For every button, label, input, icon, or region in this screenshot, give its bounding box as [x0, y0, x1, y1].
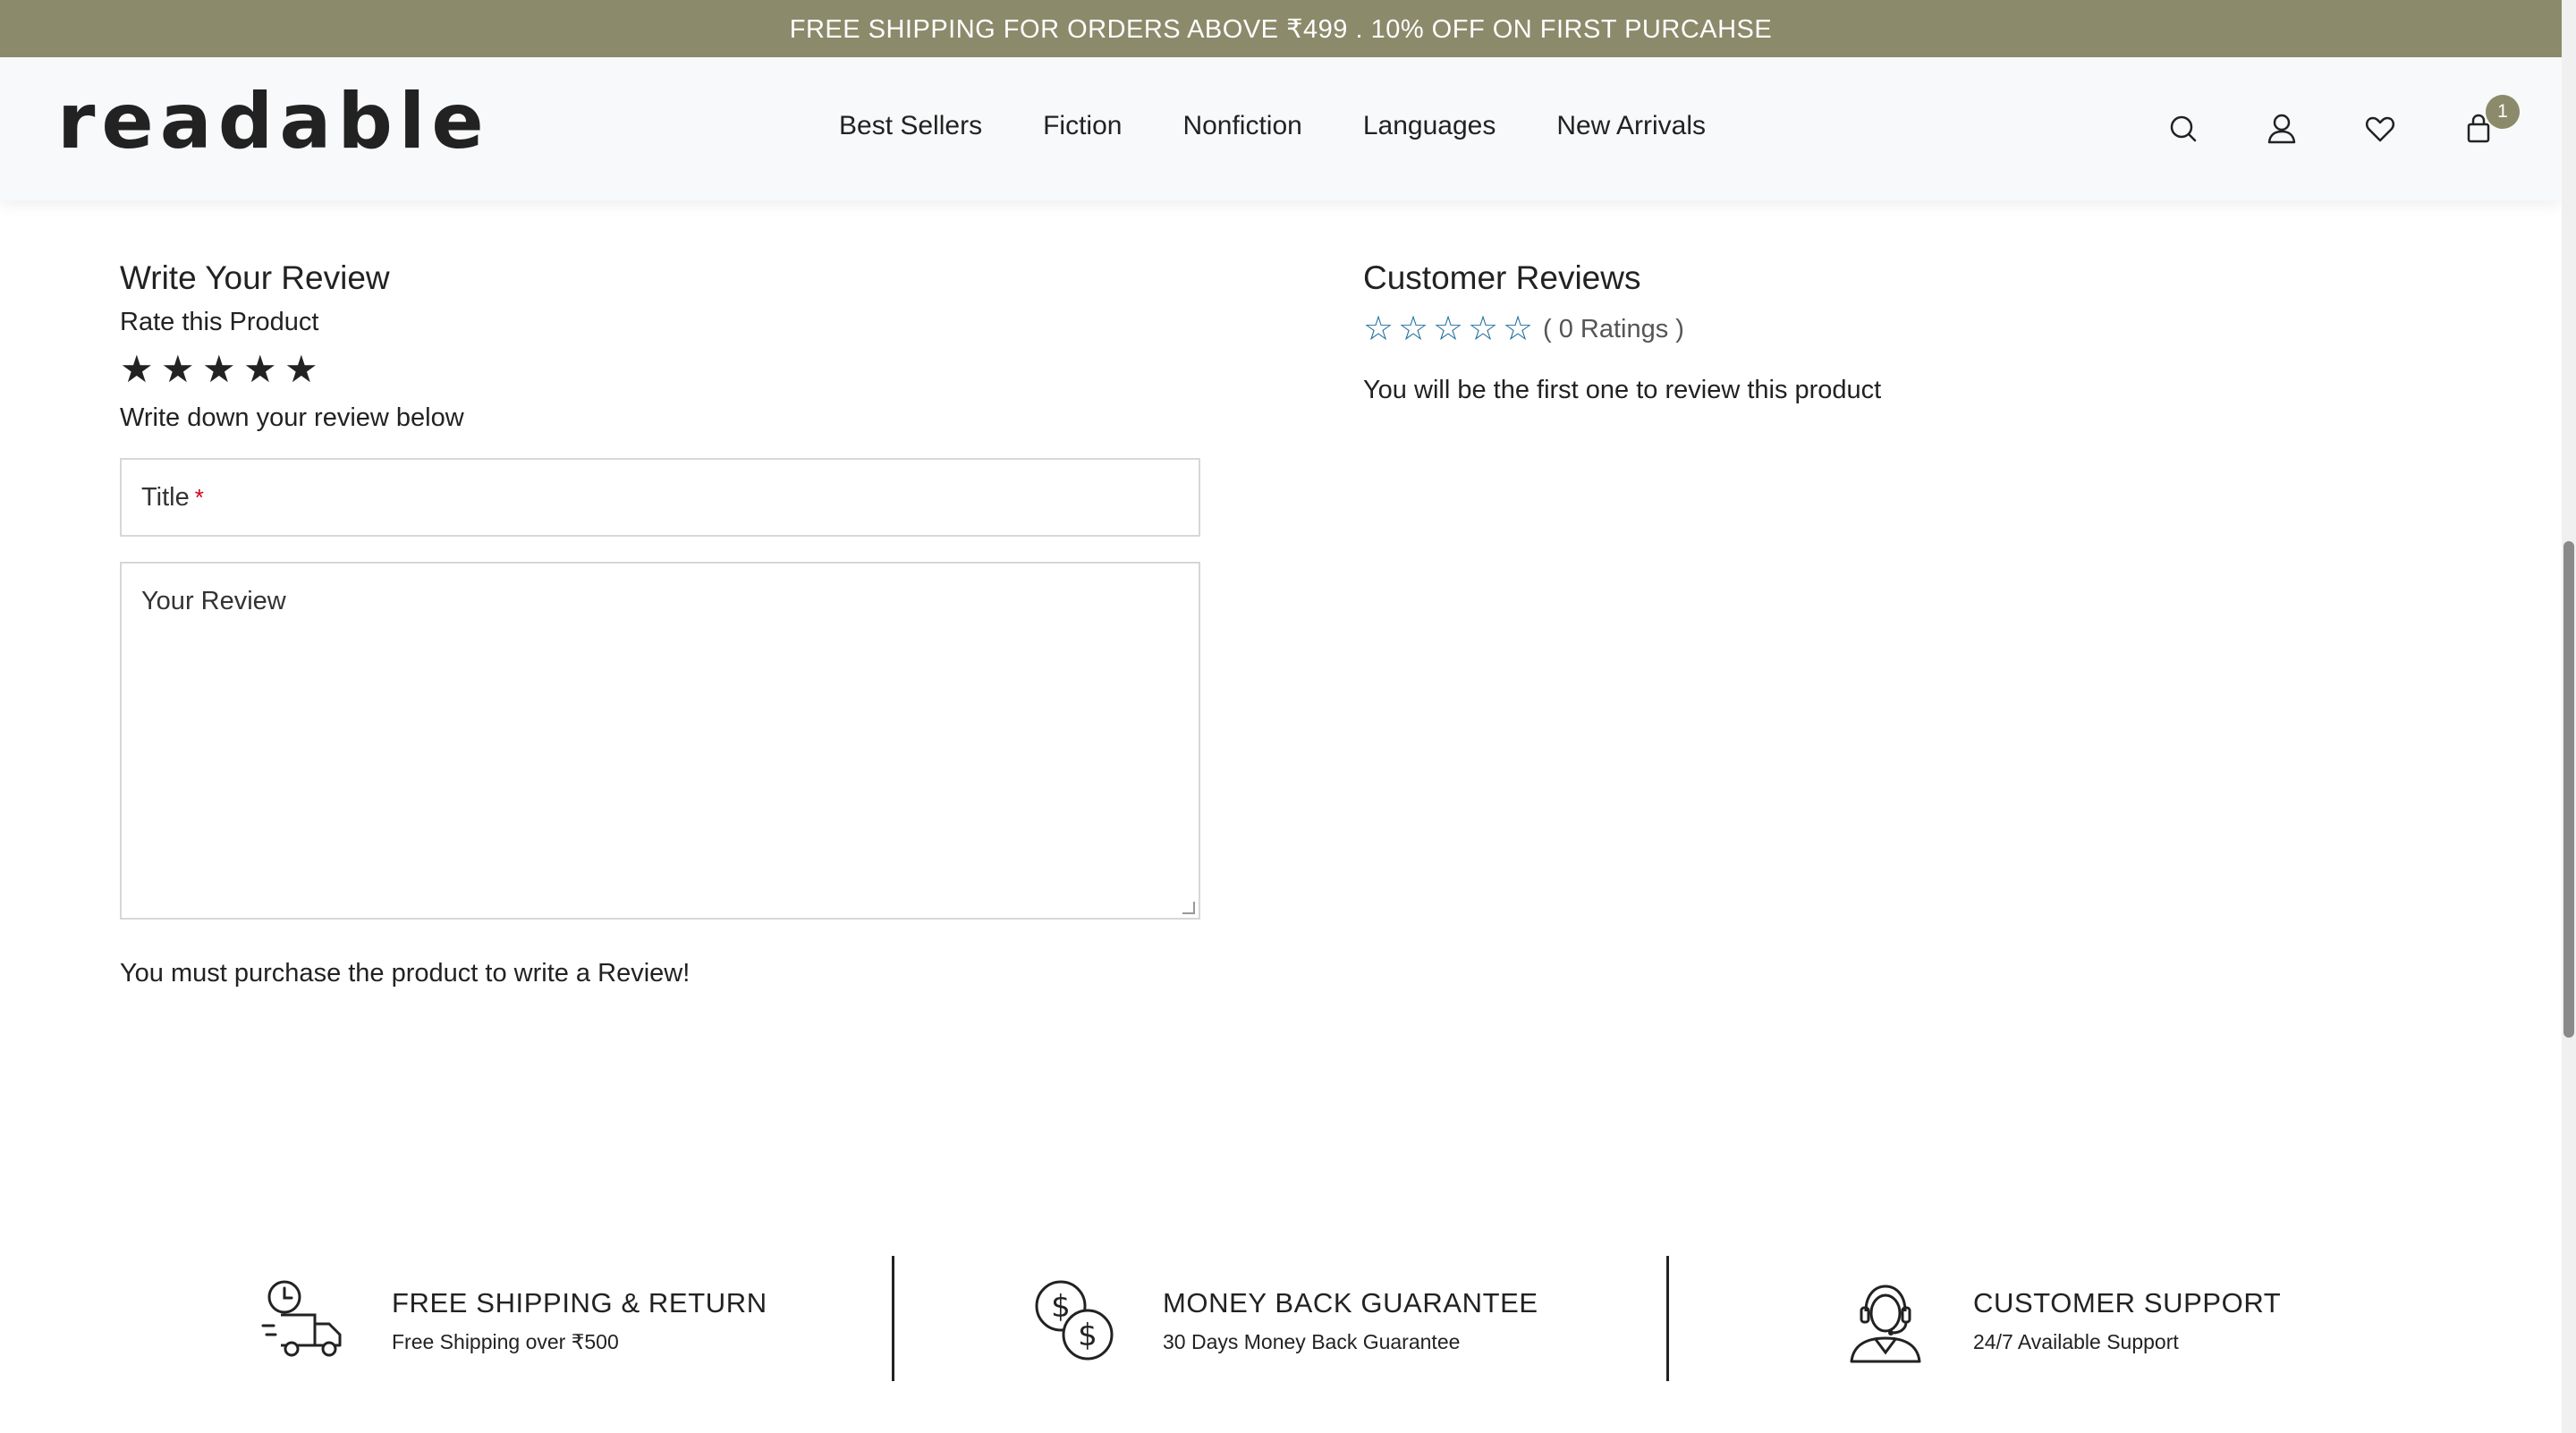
nav-languages[interactable]: Languages [1363, 111, 1496, 141]
rating-star-4[interactable]: ★ [243, 351, 284, 388]
review-body-textarea[interactable]: Your Review [120, 562, 1200, 920]
write-review-heading: Write Your Review [120, 259, 390, 296]
feature-support: CUSTOMER SUPPORT 24/7 Available Support [1839, 1274, 2281, 1367]
required-marker: * [194, 483, 204, 511]
feature-title: CUSTOMER SUPPORT [1973, 1286, 2282, 1319]
page: FREE SHIPPING FOR ORDERS ABOVE ₹499 . 10… [0, 0, 2576, 1433]
cart-bag-icon[interactable]: 1 [2455, 95, 2520, 152]
write-review-section: Write Your Review Rate this Product ★ ★ … [120, 259, 1200, 988]
rating-star-5[interactable]: ★ [284, 351, 326, 388]
svg-text:$: $ [1078, 1318, 1097, 1353]
star-outline-icon: ☆ [1363, 310, 1394, 348]
star-outline-icon: ☆ [1503, 310, 1534, 348]
ratings-count: ( 0 Ratings ) [1543, 314, 1684, 343]
money-coins-icon: $ $ [1035, 1280, 1114, 1361]
account-icon[interactable] [2258, 106, 2305, 152]
review-title-input[interactable]: Title * [120, 458, 1200, 537]
no-reviews-note: You will be the first one to review this… [1363, 376, 1882, 404]
purchase-required-note: You must purchase the product to write a… [120, 959, 691, 988]
support-headset-icon [1850, 1285, 1921, 1363]
rating-star-2[interactable]: ★ [161, 351, 202, 388]
divider [892, 1256, 894, 1381]
star-outline-icon: ☆ [1433, 310, 1464, 348]
rating-star-3[interactable]: ★ [202, 351, 243, 388]
customer-reviews-section: Customer Reviews ☆ ☆ ☆ ☆ ☆ ( 0 Ratings )… [1363, 259, 2258, 405]
cart-count-badge: 1 [2486, 95, 2520, 129]
customer-reviews-heading: Customer Reviews [1363, 259, 1641, 296]
feature-title: FREE SHIPPING & RETURN [392, 1286, 767, 1319]
page-scrollbar[interactable] [2562, 0, 2576, 1433]
header-icons: 1 [2160, 95, 2520, 152]
scrollbar-thumb[interactable] [2563, 541, 2574, 1038]
feature-shipping: FREE SHIPPING & RETURN Free Shipping ove… [258, 1274, 767, 1367]
search-icon[interactable] [2160, 106, 2207, 152]
delivery-truck-clock-icon [261, 1280, 342, 1357]
main-nav: Best Sellers Fiction Nonfiction Language… [839, 111, 1767, 141]
star-outline-icon: ☆ [1398, 310, 1429, 348]
divider [1666, 1256, 1669, 1381]
announcement-bar: FREE SHIPPING FOR ORDERS ABOVE ₹499 . 10… [0, 0, 2562, 57]
nav-nonfiction[interactable]: Nonfiction [1182, 111, 1301, 141]
write-review-label: Write down your review below [120, 403, 464, 432]
review-title-placeholder: Title [141, 482, 190, 512]
wishlist-heart-icon[interactable] [2357, 106, 2403, 152]
review-body-placeholder: Your Review [141, 587, 286, 615]
features-strip: FREE SHIPPING & RETURN Free Shipping ove… [0, 1252, 2562, 1386]
feature-title: MONEY BACK GUARANTEE [1163, 1286, 1538, 1319]
star-rating-input: ★ ★ ★ ★ ★ [120, 350, 1200, 389]
average-rating: ☆ ☆ ☆ ☆ ☆ ( 0 Ratings ) [1363, 309, 2258, 349]
nav-fiction[interactable]: Fiction [1043, 111, 1122, 141]
feature-money-back: $ $ MONEY BACK GUARANTEE 30 Days Money B… [1029, 1274, 1538, 1367]
site-header: readable Best Sellers Fiction Nonfiction… [0, 57, 2562, 200]
textarea-resize-handle[interactable] [1182, 902, 1195, 914]
star-outline-icon: ☆ [1468, 310, 1499, 348]
feature-subtitle: 24/7 Available Support [1973, 1329, 2179, 1353]
rate-product-label: Rate this Product [120, 308, 319, 336]
svg-text:$: $ [1051, 1289, 1071, 1325]
rating-star-1[interactable]: ★ [120, 351, 161, 388]
site-logo[interactable]: readable [57, 77, 490, 166]
feature-subtitle: Free Shipping over ₹500 [392, 1329, 619, 1353]
nav-best-sellers[interactable]: Best Sellers [839, 111, 982, 141]
feature-subtitle: 30 Days Money Back Guarantee [1163, 1329, 1461, 1353]
nav-new-arrivals[interactable]: New Arrivals [1556, 111, 1706, 141]
